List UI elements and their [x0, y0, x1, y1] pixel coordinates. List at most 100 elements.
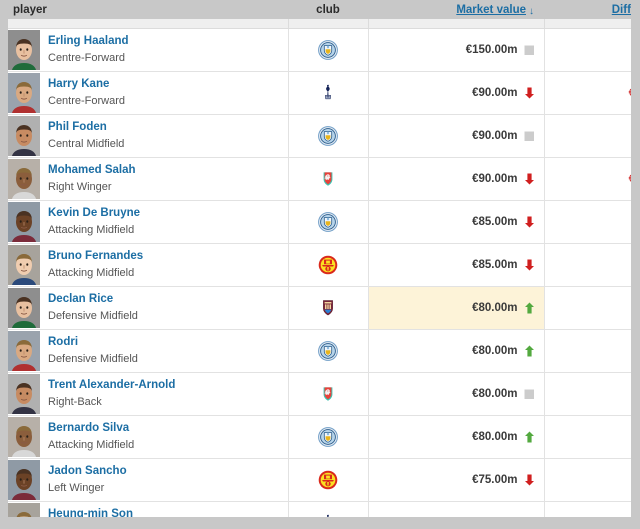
player-name-link[interactable]: Bruno Fernandes	[48, 249, 143, 265]
avatar[interactable]	[8, 159, 40, 199]
sort-difference-link[interactable]: Difference	[612, 4, 631, 16]
cell-market-value: €150.00m	[368, 28, 545, 72]
no-change-square-icon	[524, 130, 535, 142]
table-row[interactable]: Harry Kane Centre-Forward €90.00m €-10.00m	[8, 71, 631, 115]
table-scroll-area[interactable]: player club Market value↓ Difference↕	[8, 0, 631, 529]
market-value-text: €80.00m	[472, 301, 518, 314]
cell-club	[288, 372, 369, 416]
player-name-link[interactable]: Phil Foden	[48, 120, 124, 136]
liverpool-crest-icon[interactable]	[318, 384, 338, 404]
west-ham-crest-icon[interactable]	[318, 298, 338, 318]
player-name-link[interactable]: Mohamed Salah	[48, 163, 136, 179]
arrow-up-green-icon	[524, 345, 535, 357]
player-name-link[interactable]: Rodri	[48, 335, 138, 351]
man-city-crest-icon[interactable]	[318, 126, 338, 146]
bottom-gutter	[0, 517, 640, 529]
cell-market-value: €80.00m	[368, 286, 545, 330]
cell-difference: €-10.00m	[544, 157, 631, 201]
table-row[interactable]: Declan Rice Defensive Midfield €80.00m €5.0…	[8, 286, 631, 330]
player-name-link[interactable]: Erling Haaland	[48, 34, 129, 50]
cell-market-value: €85.00m	[368, 243, 545, 287]
cell-club	[288, 243, 369, 287]
avatar[interactable]	[8, 417, 40, 457]
cell-player: Bruno Fernandes Attacking Midfield	[8, 243, 289, 287]
market-value-text: €80.00m	[472, 430, 518, 443]
table-row[interactable]: Bruno Fernandes Attacking Midfield €85.00m…	[8, 243, 631, 287]
cell-difference: -	[544, 114, 631, 158]
man-city-crest-icon[interactable]	[318, 40, 338, 60]
arrow-down-red-icon	[524, 87, 535, 99]
cell-player: Phil Foden Central Midfield	[8, 114, 289, 158]
cell-difference: €-5.00m	[544, 243, 631, 287]
avatar[interactable]	[8, 288, 40, 328]
arrow-down-red-icon	[524, 216, 535, 228]
player-name-link[interactable]: Jadon Sancho	[48, 464, 127, 480]
player-position: Attacking Midfield	[48, 267, 135, 280]
column-header-club: club	[288, 0, 368, 19]
arrow-down-icon[interactable]: ↓	[529, 6, 534, 17]
cell-player: Bernardo Silva Attacking Midfield	[8, 415, 289, 459]
header-spacer-row	[8, 19, 631, 29]
cell-market-value: €90.00m	[368, 71, 545, 115]
market-value-text: €75.00m	[472, 473, 518, 486]
column-label-club: club	[316, 3, 340, 16]
tottenham-crest-icon[interactable]	[318, 83, 338, 103]
sort-market-value-link[interactable]: Market value	[456, 4, 526, 16]
player-name-link[interactable]: Trent Alexander-Arnold	[48, 378, 175, 394]
arrow-down-red-icon	[524, 173, 535, 185]
avatar[interactable]	[8, 245, 40, 285]
table-header: player club Market value↓ Difference↕	[8, 0, 631, 19]
table-row[interactable]: Phil Foden Central Midfield €90.00m -	[8, 114, 631, 158]
no-change-square-icon	[524, 388, 535, 400]
man-city-crest-icon[interactable]	[318, 427, 338, 447]
player-name-link[interactable]: Kevin De Bruyne	[48, 206, 140, 222]
column-header-difference[interactable]: Difference↕	[544, 0, 631, 19]
liverpool-crest-icon[interactable]	[318, 169, 338, 189]
avatar[interactable]	[8, 374, 40, 414]
column-header-player: player	[8, 0, 288, 19]
avatar[interactable]	[8, 331, 40, 371]
cell-club	[288, 200, 369, 244]
cell-difference: €5.00m	[544, 286, 631, 330]
table-row[interactable]: Kevin De Bruyne Attacking Midfield €85.00m…	[8, 200, 631, 244]
man-city-crest-icon[interactable]	[318, 341, 338, 361]
table-body: Erling HaalandCentre-Forward€150.00m-Har…	[8, 19, 631, 529]
cell-player: Kevin De Bruyne Attacking Midfield	[8, 200, 289, 244]
arrow-down-red-icon	[524, 474, 535, 486]
cell-difference: -	[544, 28, 631, 72]
table-row[interactable]: Rodri Defensive Midfield €80.00m €10.00m	[8, 329, 631, 373]
table-row[interactable]: Mohamed Salah Right Winger €90.00m €-10.00m	[8, 157, 631, 201]
table-row[interactable]: Jadon Sancho Left Winger €75.00m €-5.00m	[8, 458, 631, 502]
player-position: Right-Back	[48, 396, 102, 409]
avatar[interactable]	[8, 116, 40, 156]
cell-player: Rodri Defensive Midfield	[8, 329, 289, 373]
market-value-text: €90.00m	[472, 129, 518, 142]
cell-market-value: €75.00m	[368, 458, 545, 502]
market-value-text: €85.00m	[472, 215, 518, 228]
player-name-link[interactable]: Harry Kane	[48, 77, 125, 93]
right-scrollbar-gutter[interactable]	[631, 0, 640, 529]
market-value-text: €80.00m	[472, 387, 518, 400]
table-row[interactable]: Bernardo Silva Attacking Midfield €80.00m €…	[8, 415, 631, 459]
market-value-text: €150.00m	[465, 43, 518, 56]
man-united-crest-icon[interactable]	[318, 255, 338, 275]
avatar[interactable]	[8, 460, 40, 500]
table-row[interactable]: Trent Alexander-Arnold Right-Back €80.00m -	[8, 372, 631, 416]
table-row[interactable]: Erling Haaland Centre-Forward €150.00m -	[8, 28, 631, 72]
man-united-crest-icon[interactable]	[318, 470, 338, 490]
player-name-link[interactable]: Declan Rice	[48, 292, 138, 308]
cell-market-value: €80.00m	[368, 329, 545, 373]
player-position: Defensive Midfield	[48, 353, 138, 366]
market-value-text: €90.00m	[472, 172, 518, 185]
player-market-value-table-screen: player club Market value↓ Difference↕	[0, 0, 640, 529]
man-city-crest-icon[interactable]	[318, 212, 338, 232]
avatar[interactable]	[8, 73, 40, 113]
cell-club	[288, 286, 369, 330]
column-header-market-value[interactable]: Market value ↓	[368, 0, 544, 19]
player-position: Central Midfield	[48, 138, 125, 151]
avatar[interactable]	[8, 30, 40, 70]
cell-difference: -	[544, 372, 631, 416]
player-name-link[interactable]: Bernardo Silva	[48, 421, 134, 437]
avatar[interactable]	[8, 202, 40, 242]
cell-market-value: €80.00m	[368, 415, 545, 459]
